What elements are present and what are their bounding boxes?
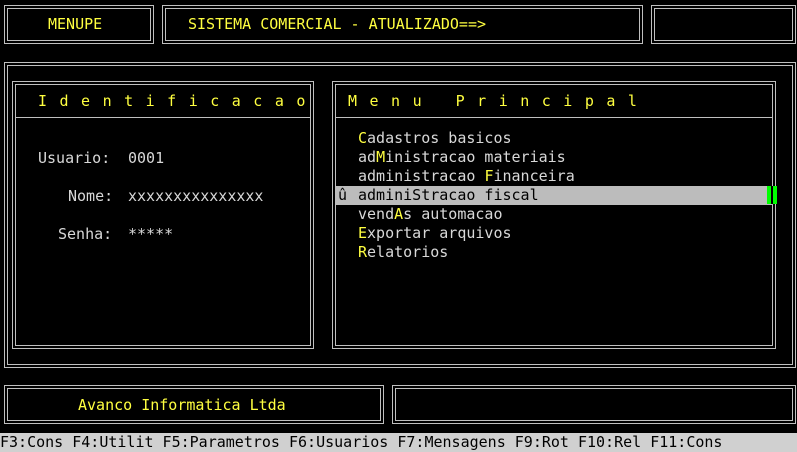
identification-title: Identificacao [38, 92, 318, 110]
system-title: SISTEMA COMERCIAL - ATUALIZADO==> [188, 15, 487, 33]
selection-marker: û [338, 186, 348, 204]
identification-panel [12, 81, 314, 349]
menu-item-label: adastros basicos [367, 129, 512, 147]
header-right-box [651, 5, 796, 44]
main-menu-divider [335, 117, 773, 118]
menu-hotkey: A [394, 205, 404, 223]
menu-item-label: tracao fiscal [421, 186, 539, 204]
main-menu-title: Menu Principal [348, 92, 650, 110]
menu-item-label: xportar arquivos [367, 224, 512, 242]
user-value[interactable]: 0001 [128, 149, 164, 168]
password-label: Senha: [58, 225, 113, 243]
menu-hotkey: C [358, 129, 368, 147]
name-label: Nome: [68, 187, 114, 205]
user-label: Usuario: [38, 149, 111, 167]
company-name: Avanco Informatica Ltda [78, 396, 286, 414]
menu-item-label-start: administracao [358, 167, 485, 185]
menu-hotkey: E [358, 224, 368, 242]
menu-item-automacao[interactable]: vendAs automacao [336, 205, 773, 224]
function-key-bar[interactable]: F3:Cons F4:Utilit F5:Parametros F6:Usuar… [0, 433, 797, 452]
menu-item-financeira[interactable]: administracao Financeira [336, 167, 773, 186]
menu-item-label-start: vend [358, 205, 395, 223]
menu-item-label: elatorios [367, 243, 449, 261]
module-name: MENUPE [48, 15, 103, 33]
menu-item-cadastros[interactable]: Cadastros basicos [336, 129, 773, 148]
menu-hotkey: M [376, 148, 386, 166]
menu-item-label: s automacao [403, 205, 503, 223]
menu-item-label-start: ad [358, 148, 377, 166]
menu-item-exportar[interactable]: Exportar arquivos [336, 224, 773, 243]
name-value[interactable]: xxxxxxxxxxxxxxx [128, 187, 263, 206]
password-value[interactable]: ***** [128, 225, 173, 244]
menu-item-label: inistracao materiais [385, 148, 566, 166]
menu-item-materiais[interactable]: adMinistracao materiais [336, 148, 773, 167]
menu-item-label: inanceira [493, 167, 575, 185]
identification-divider [15, 117, 311, 118]
menu-item-fiscal[interactable]: û adminiStracao fiscal [336, 186, 773, 205]
menu-hotkey: R [358, 243, 368, 261]
menu-item-label-start: adminiS [358, 186, 422, 204]
text-cursor [767, 186, 777, 204]
menu-item-relatorios[interactable]: Relatorios [336, 243, 773, 262]
footer-right-box [392, 385, 796, 424]
